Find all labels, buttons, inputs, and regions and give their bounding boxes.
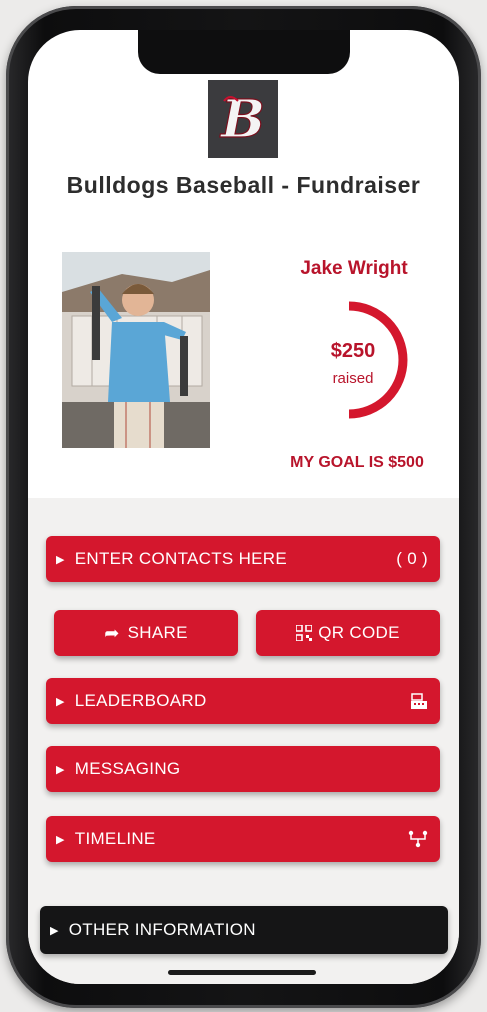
team-logo-letter-icon: B [218, 88, 265, 150]
page-title: Bulldogs Baseball - Fundraiser [66, 172, 421, 198]
share-button[interactable]: ➦ SHARE [54, 610, 238, 656]
register-icon [410, 692, 428, 710]
team-logo: B [208, 80, 278, 158]
participant-photo [62, 252, 210, 448]
participant-name: Jake Wright [300, 258, 408, 279]
share-arrow-icon: ➦ [104, 622, 120, 643]
app-screen: B Bulldogs Baseball - Fundraiser Jake Wr… [28, 30, 459, 984]
contacts-count: ( 0 ) [396, 549, 428, 568]
expand-triangle-icon: ▶ [56, 553, 65, 566]
other-information-label: OTHER INFORMATION [68, 920, 256, 939]
goal-text: MY GOAL IS $500 [290, 454, 424, 471]
enter-contacts-label: ENTER CONTACTS HERE [74, 549, 287, 568]
share-label: SHARE [127, 623, 188, 642]
leaderboard-button[interactable]: ▶ LEADERBOARD [46, 678, 440, 724]
other-information-button[interactable]: ▶ OTHER INFORMATION [40, 906, 448, 954]
qr-code-label: QR CODE [318, 623, 400, 642]
raised-amount: $250 [330, 340, 376, 362]
timeline-label: TIMELINE [74, 829, 156, 848]
messaging-button[interactable]: ▶ MESSAGING [46, 746, 440, 792]
qr-code-button[interactable]: QR CODE [256, 610, 440, 656]
raised-label: raised [332, 370, 374, 387]
home-indicator [168, 970, 316, 975]
network-icon [408, 830, 428, 848]
timeline-button[interactable]: ▶ TIMELINE [46, 816, 440, 862]
expand-triangle-icon: ▶ [56, 763, 65, 776]
expand-triangle-icon: ▶ [50, 924, 59, 937]
expand-triangle-icon: ▶ [56, 833, 65, 846]
phone-frame: B Bulldogs Baseball - Fundraiser Jake Wr… [6, 6, 481, 1008]
enter-contacts-button[interactable]: ▶ ENTER CONTACTS HERE ( 0 ) [46, 536, 440, 582]
phone-notch [138, 30, 350, 74]
qr-code-icon [296, 625, 313, 641]
expand-triangle-icon: ▶ [56, 695, 65, 708]
messaging-label: MESSAGING [74, 759, 181, 778]
leaderboard-label: LEADERBOARD [74, 691, 207, 710]
